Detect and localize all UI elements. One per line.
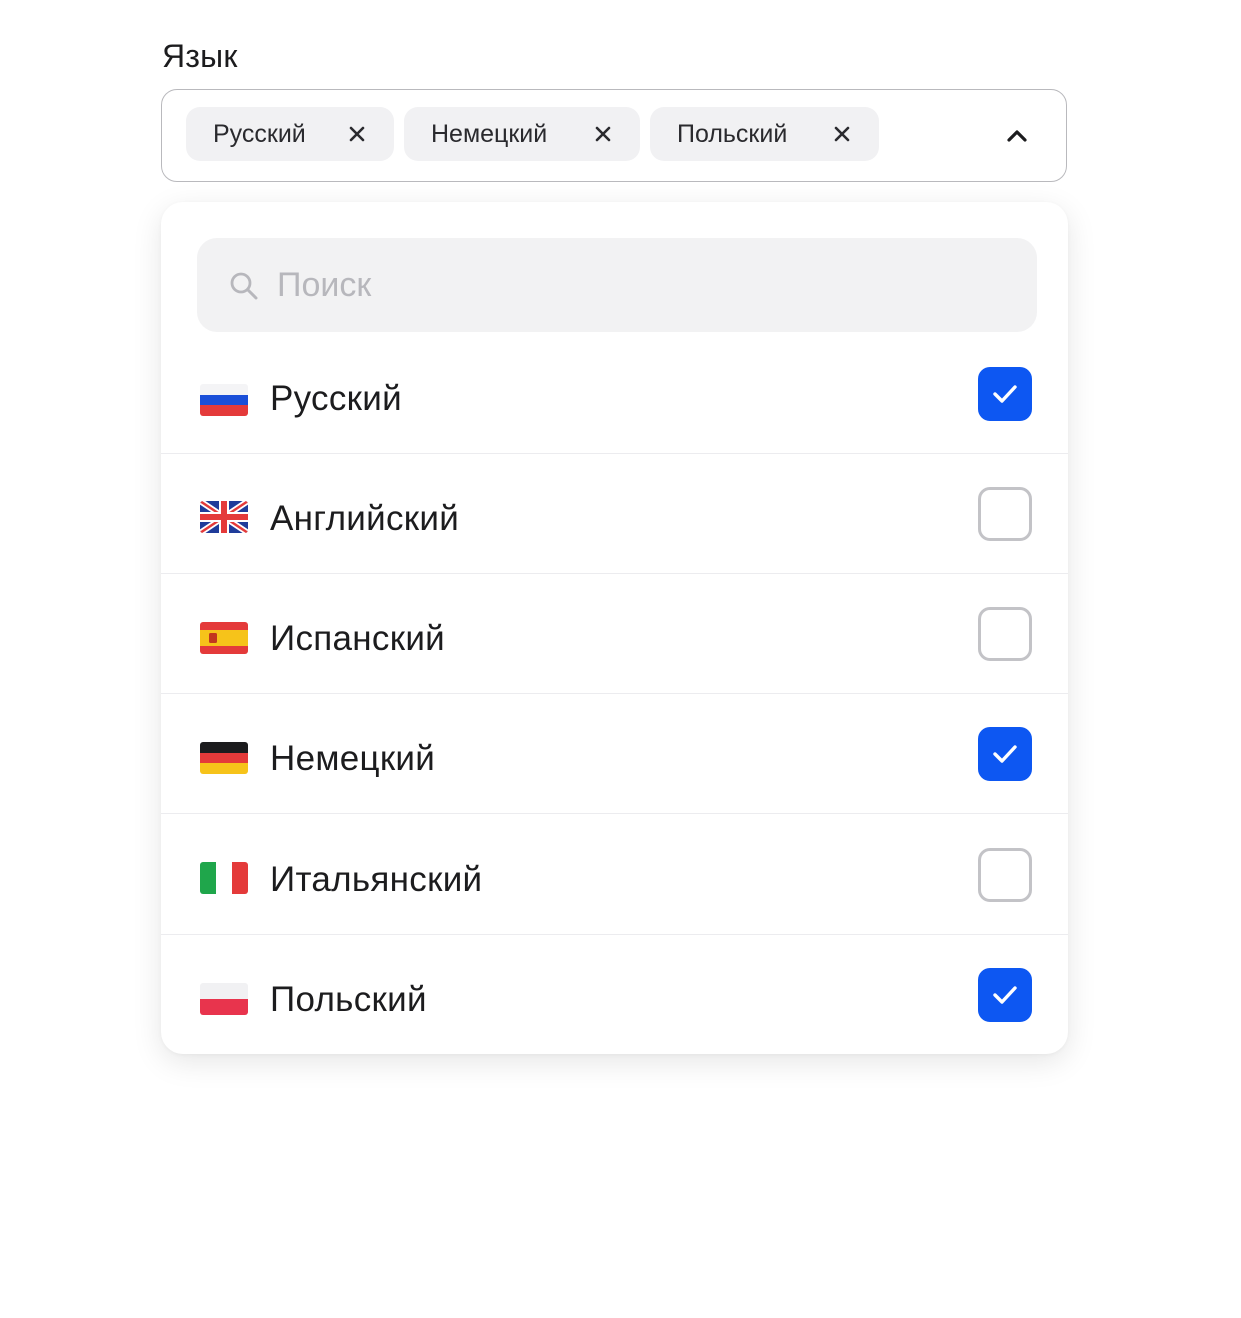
option-label: Итальянский xyxy=(270,860,483,899)
option-russian[interactable]: Русский xyxy=(161,334,1068,454)
check-icon xyxy=(993,745,1017,763)
search-icon xyxy=(230,272,258,300)
chip-label: Польский xyxy=(677,119,788,148)
check-icon xyxy=(993,986,1017,1004)
selected-chip-polish: Польский xyxy=(650,107,879,161)
close-icon[interactable] xyxy=(592,123,614,145)
chip-label: Русский xyxy=(213,119,306,148)
spain-flag-icon xyxy=(200,622,248,654)
chip-label: Немецкий xyxy=(431,119,548,148)
option-polish[interactable]: Польский xyxy=(161,935,1068,1054)
selected-chip-german: Немецкий xyxy=(404,107,640,161)
poland-flag-icon xyxy=(200,983,248,1015)
chevron-up-icon[interactable] xyxy=(1004,127,1030,145)
option-label: Испанский xyxy=(270,619,446,658)
checkbox-polish[interactable] xyxy=(978,968,1032,1022)
checkbox-spanish[interactable] xyxy=(978,607,1032,661)
uk-flag-icon xyxy=(200,501,248,533)
checkbox-italian[interactable] xyxy=(978,848,1032,902)
checkbox-german[interactable] xyxy=(978,727,1032,781)
option-spanish[interactable]: Испанский xyxy=(161,574,1068,694)
germany-flag-icon xyxy=(200,742,248,774)
language-multiselect[interactable]: Русский Немецкий Польский xyxy=(161,89,1067,182)
search-input[interactable] xyxy=(277,238,997,332)
option-label: Немецкий xyxy=(270,739,436,778)
option-italian[interactable]: Итальянский xyxy=(161,815,1068,935)
close-icon[interactable] xyxy=(346,123,368,145)
option-german[interactable]: Немецкий xyxy=(161,694,1068,814)
option-label: Русский xyxy=(270,379,402,418)
field-label: Язык xyxy=(162,38,238,74)
language-dropdown: Русский Английский Испанский xyxy=(161,202,1068,1054)
check-icon xyxy=(993,385,1017,403)
search-field[interactable] xyxy=(197,238,1037,332)
russia-flag-icon xyxy=(200,384,248,416)
option-label: Польский xyxy=(270,980,427,1019)
checkbox-russian[interactable] xyxy=(978,367,1032,421)
checkbox-english[interactable] xyxy=(978,487,1032,541)
option-english[interactable]: Английский xyxy=(161,454,1068,574)
option-label: Английский xyxy=(270,499,460,538)
close-icon[interactable] xyxy=(831,123,853,145)
italy-flag-icon xyxy=(200,862,248,894)
selected-chip-russian: Русский xyxy=(186,107,394,161)
